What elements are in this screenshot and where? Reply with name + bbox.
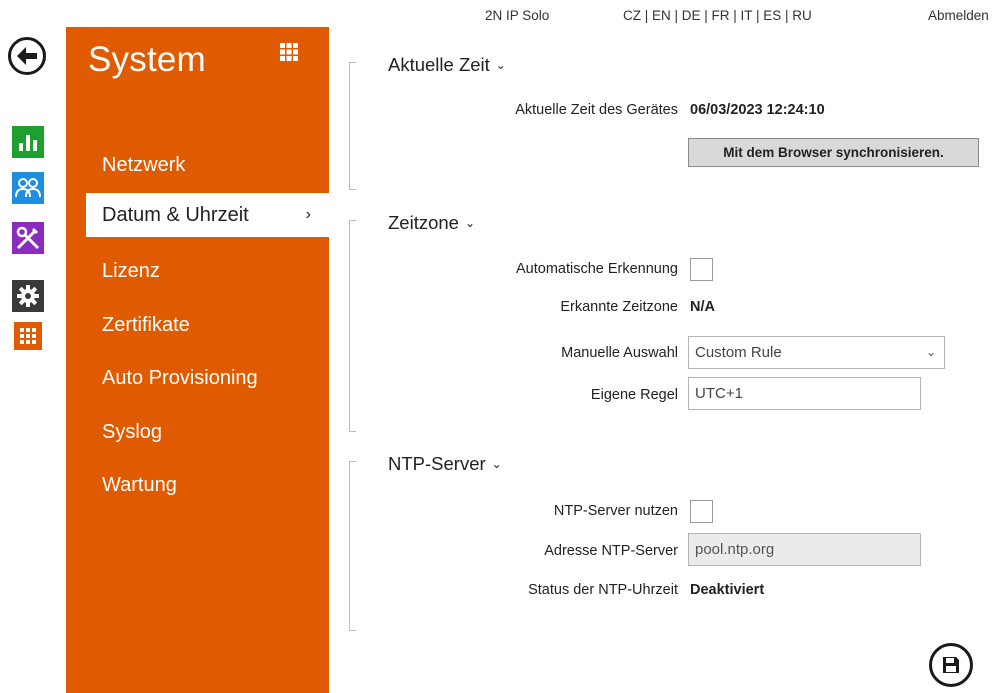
chevron-right-icon: › [305,206,311,223]
sidebar-item-label: Wartung [102,474,177,496]
section-title-label: Aktuelle Zeit [388,54,490,75]
chevron-down-icon: ⌄ [464,216,476,230]
sidebar-item-wartung[interactable]: Wartung [66,463,329,507]
auto-detect-checkbox[interactable] [690,258,713,281]
tools-icon[interactable] [12,222,44,254]
sidebar-item-label: Auto Provisioning [102,367,258,389]
ntp-status-value: Deaktiviert [690,582,765,598]
sidebar-item-label: Netzwerk [102,154,186,176]
sidebar-title: System [88,40,206,79]
sidebar-item-label: Datum & Uhrzeit [102,204,249,226]
sidebar-item-label: Zertifikate [102,314,190,336]
custom-rule-label: Eigene Regel [590,387,678,403]
save-icon [943,657,959,673]
sidebar-item-auto-provisioning[interactable]: Auto Provisioning [66,356,329,400]
custom-rule-input[interactable]: UTC+1 [688,377,921,410]
detected-timezone-label: Erkannte Zeitzone [560,299,678,315]
section-title-ntp[interactable]: NTP-Server ⌄ [388,453,502,475]
input-value: UTC+1 [695,385,743,402]
sidebar-item-zertifikate[interactable]: Zertifikate [66,303,329,347]
sidebar-item-datum-uhrzeit[interactable]: Datum & Uhrzeit › [86,193,329,237]
top-bar: 2N IP Solo CZ | EN | DE | FR | IT | ES |… [0,0,997,30]
statistics-icon[interactable] [12,126,44,158]
section-title-timezone[interactable]: Zeitzone ⌄ [388,212,475,234]
auto-detect-label: Automatische Erkennung [515,261,678,277]
detected-timezone-value: N/A [690,299,715,315]
sidebar-item-label: Syslog [102,421,163,443]
sidebar-item-lizenz[interactable]: Lizenz [66,249,329,293]
section-title-label: NTP-Server [388,453,486,474]
ntp-address-input: pool.ntp.org [688,533,921,566]
chevron-down-icon: ⌄ [495,58,506,72]
manual-selection-label: Manuelle Auswahl [561,345,678,361]
users-icon[interactable] [12,172,44,204]
section-bracket [349,220,356,432]
logout-link[interactable]: Abmelden [928,8,989,23]
section-bracket [349,461,356,631]
ntp-status-label: Status der NTP-Uhrzeit [528,582,678,598]
ntp-use-label: NTP-Server nutzen [553,503,678,519]
sidebar-item-netzwerk[interactable]: Netzwerk [66,143,329,187]
section-bracket [349,62,356,190]
select-value: Custom Rule [695,344,782,361]
apps-grid-icon[interactable] [14,322,42,350]
device-time-value: 06/03/2023 12:24:10 [690,102,825,118]
grid-menu-icon[interactable] [280,43,298,66]
ntp-use-checkbox[interactable] [690,500,713,523]
back-button[interactable] [8,37,46,75]
sidebar-item-label: Lizenz [102,260,160,282]
language-switcher[interactable]: CZ | EN | DE | FR | IT | ES | RU [623,8,812,23]
manual-timezone-select[interactable]: Custom Rule ⌄ [688,336,945,369]
section-title-label: Zeitzone [388,212,459,233]
back-arrow-icon [17,47,37,65]
save-button[interactable] [929,643,973,687]
ntp-address-label: Adresse NTP-Server [544,543,678,559]
chevron-down-icon: ⌄ [925,345,936,359]
device-name: 2N IP Solo [485,8,550,23]
sidebar-item-syslog[interactable]: Syslog [66,410,329,454]
section-title-current-time[interactable]: Aktuelle Zeit ⌄ [388,54,506,76]
chevron-down-icon: ⌄ [491,457,502,471]
device-time-label: Aktuelle Zeit des Gerätes [515,102,678,118]
sidebar: System Netzwerk Datum & Uhrzeit › Lizenz… [66,27,329,693]
gear-icon[interactable] [12,280,44,312]
input-value: pool.ntp.org [695,541,775,558]
sync-browser-button[interactable]: Mit dem Browser synchronisieren. [688,138,979,167]
